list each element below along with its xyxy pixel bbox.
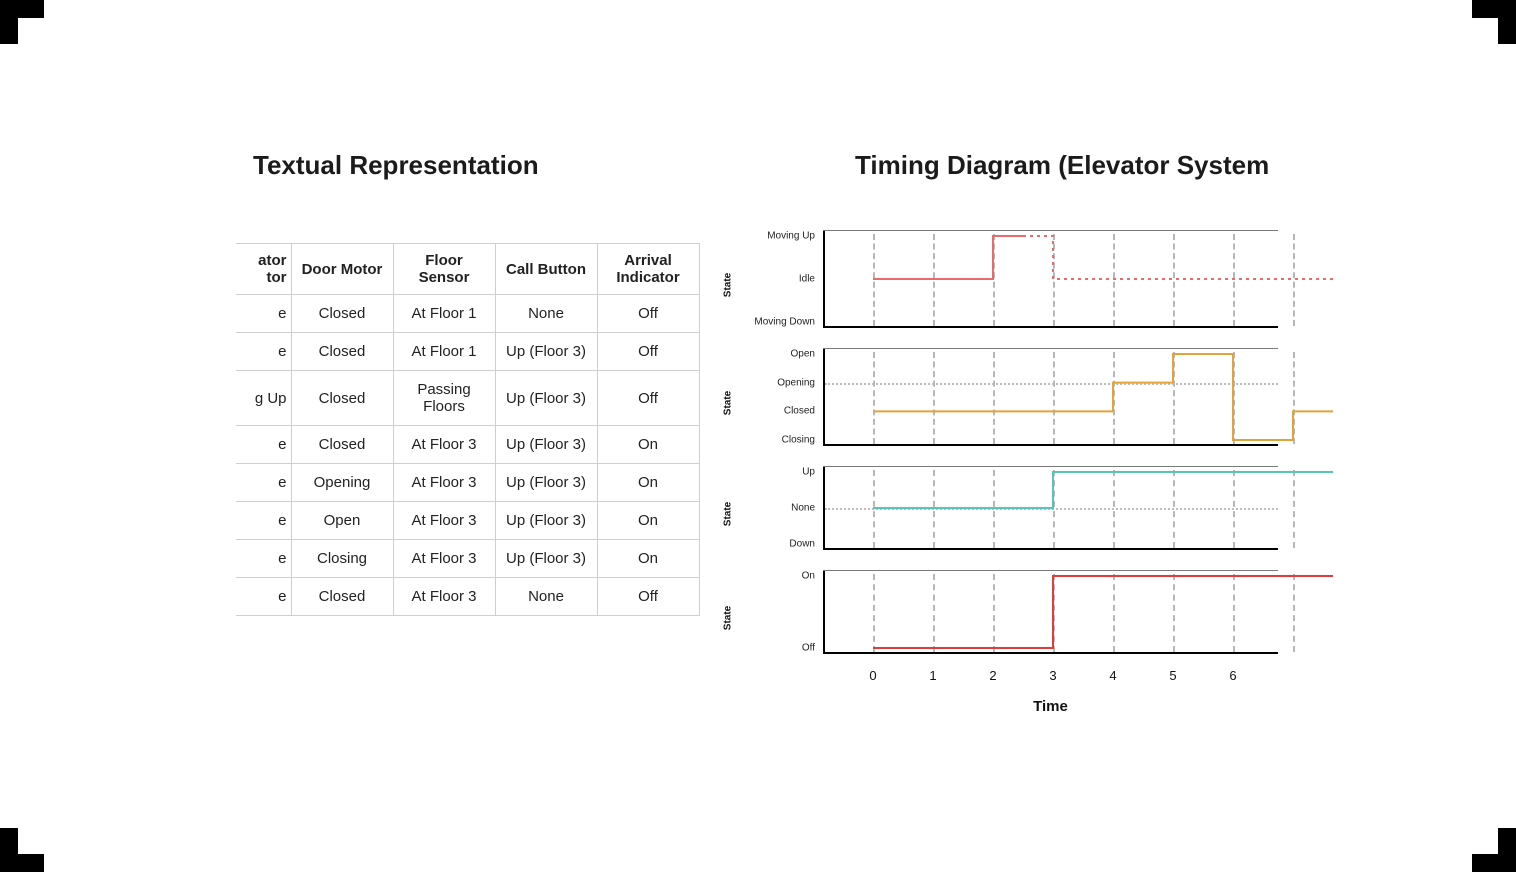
x-tick: 2 — [989, 668, 996, 683]
table-cell: Closed — [291, 578, 393, 616]
table-cell: Up (Floor 3) — [495, 426, 597, 464]
table-cell: At Floor 3 — [393, 578, 495, 616]
table-row: eOpeningAt Floor 3Up (Floor 3)On — [236, 464, 699, 502]
state-label: Idle — [799, 274, 823, 285]
table-cell: At Floor 1 — [393, 295, 495, 333]
table-cell: None — [495, 295, 597, 333]
table-row: eClosedAt Floor 3Up (Floor 3)On — [236, 426, 699, 464]
table-cell: g Up — [236, 371, 291, 426]
table-cell: Off — [597, 333, 699, 371]
y-axis-label: State — [723, 273, 734, 297]
timing-diagram: State Moving Up Idle Moving Down State Ope… — [718, 230, 1278, 715]
state-label: Closed — [784, 406, 823, 417]
table-cell: Closed — [291, 371, 393, 426]
table-cell: e — [236, 464, 291, 502]
table-cell: Up (Floor 3) — [495, 371, 597, 426]
x-tick: 1 — [929, 668, 936, 683]
table-cell: Closed — [291, 295, 393, 333]
table-header: Arrival Indicator — [597, 244, 699, 295]
table-header: Floor Sensor — [393, 244, 495, 295]
chart-door-motor: State Open Opening Closed Closing — [718, 348, 1278, 458]
table-cell: Up (Floor 3) — [495, 333, 597, 371]
table-cell: e — [236, 426, 291, 464]
chart-elevator-motor: State Moving Up Idle Moving Down — [718, 230, 1278, 340]
corner-mark — [1498, 0, 1516, 44]
x-tick: 0 — [869, 668, 876, 683]
x-tick: 3 — [1049, 668, 1056, 683]
table-cell: On — [597, 502, 699, 540]
y-axis-label: State — [723, 502, 734, 526]
state-label: Moving Up — [767, 231, 823, 242]
table-cell: Up (Floor 3) — [495, 464, 597, 502]
table-row: eOpenAt Floor 3Up (Floor 3)On — [236, 502, 699, 540]
corner-mark — [0, 0, 18, 44]
table-cell: e — [236, 540, 291, 578]
table-cell: At Floor 1 — [393, 333, 495, 371]
table-cell: Opening — [291, 464, 393, 502]
table-cell: Closing — [291, 540, 393, 578]
state-label: None — [791, 503, 823, 514]
table-cell: Closed — [291, 426, 393, 464]
state-label: Down — [789, 539, 823, 550]
table-cell: On — [597, 540, 699, 578]
x-tick: 6 — [1229, 668, 1236, 683]
series-line — [823, 348, 1278, 446]
state-label: Opening — [777, 377, 823, 388]
x-axis-ticks: 0 1 2 3 4 5 6 — [823, 668, 1278, 688]
table-row: eClosedAt Floor 3NoneOff — [236, 578, 699, 616]
table-cell: At Floor 3 — [393, 464, 495, 502]
table-row: eClosedAt Floor 1Up (Floor 3)Off — [236, 333, 699, 371]
state-table: atortorDoor MotorFloor SensorCall Button… — [236, 243, 699, 616]
table-cell: e — [236, 295, 291, 333]
state-label: Moving Down — [754, 317, 823, 328]
table-cell: At Floor 3 — [393, 426, 495, 464]
page-root: Textual Representation Timing Diagram (E… — [0, 0, 1516, 872]
x-tick: 5 — [1169, 668, 1176, 683]
y-axis-label: State — [723, 391, 734, 415]
table-cell: e — [236, 502, 291, 540]
state-label: Off — [802, 643, 823, 654]
table-cell: Closed — [291, 333, 393, 371]
y-axis-label: State — [723, 606, 734, 630]
section-title-right: Timing Diagram (Elevator System — [855, 150, 1269, 181]
table-cell: At Floor 3 — [393, 540, 495, 578]
corner-mark — [0, 828, 18, 872]
table-cell: Off — [597, 295, 699, 333]
table-cell: Off — [597, 578, 699, 616]
x-tick: 4 — [1109, 668, 1116, 683]
content-card: Textual Representation Timing Diagram (E… — [30, 30, 1486, 842]
table-cell: On — [597, 426, 699, 464]
table-header: Door Motor — [291, 244, 393, 295]
table-cell: e — [236, 578, 291, 616]
table-row: eClosingAt Floor 3Up (Floor 3)On — [236, 540, 699, 578]
state-label: Closing — [782, 435, 823, 446]
state-label: Up — [802, 467, 823, 478]
section-title-left: Textual Representation — [253, 150, 539, 181]
table-header: atortor — [236, 244, 291, 295]
chart-call-button: State Up None Down — [718, 466, 1278, 562]
table-cell: e — [236, 333, 291, 371]
table-cell: Up (Floor 3) — [495, 540, 597, 578]
table-row: eClosedAt Floor 1NoneOff — [236, 295, 699, 333]
table-header: Call Button — [495, 244, 597, 295]
table-row: g UpClosedPassingFloorsUp (Floor 3)Off — [236, 371, 699, 426]
table-cell: None — [495, 578, 597, 616]
table-cell: Off — [597, 371, 699, 426]
table-cell: PassingFloors — [393, 371, 495, 426]
series-line — [823, 466, 1278, 550]
table-cell: On — [597, 464, 699, 502]
series-line — [823, 570, 1278, 654]
state-label: On — [802, 571, 823, 582]
table-cell: At Floor 3 — [393, 502, 495, 540]
corner-mark — [1498, 828, 1516, 872]
state-label: Open — [791, 349, 823, 360]
x-axis-title: Time — [823, 698, 1278, 715]
table-cell: Open — [291, 502, 393, 540]
series-line — [823, 230, 1278, 328]
table-cell: Up (Floor 3) — [495, 502, 597, 540]
chart-arrival-indicator: State On Off — [718, 570, 1278, 666]
